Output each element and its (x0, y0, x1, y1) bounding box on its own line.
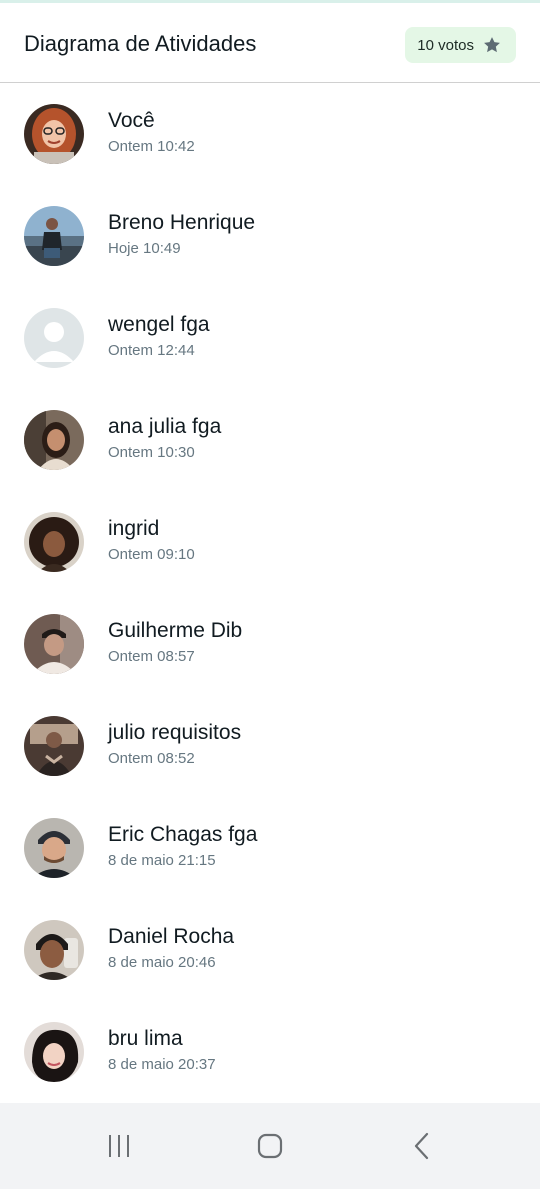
recent-apps-icon[interactable] (99, 1131, 139, 1161)
votes-badge: 10 votos (405, 27, 516, 63)
vote-time: Ontem 10:42 (108, 138, 195, 155)
avatar (24, 614, 84, 674)
vote-time: Ontem 08:57 (108, 648, 195, 665)
list-item[interactable]: ana julia fga Ontem 10:30 (0, 389, 540, 491)
vote-time: Hoje 10:49 (108, 240, 181, 257)
vote-time: Ontem 09:10 (108, 546, 195, 563)
voter-name: Daniel Rocha (108, 925, 235, 948)
avatar (24, 818, 84, 878)
avatar (24, 206, 84, 266)
voters-list: Você Ontem 10:42 Breno Henrique Hoje 10:… (0, 83, 540, 1103)
avatar (24, 512, 84, 572)
vote-time: 8 de maio 21:15 (108, 852, 216, 869)
default-avatar-icon (24, 308, 84, 368)
list-item[interactable]: wengel fga Ontem 12:44 (0, 287, 540, 389)
list-item[interactable]: julio requisitos Ontem 08:52 (0, 695, 540, 797)
list-item[interactable]: Daniel Rocha 8 de maio 20:46 (0, 899, 540, 1001)
avatar (24, 410, 84, 470)
star-icon (482, 35, 502, 55)
system-navbar (0, 1103, 540, 1189)
voter-name: julio requisitos (108, 721, 242, 744)
page-title: Diagrama de Atividades (24, 31, 257, 56)
home-icon[interactable] (250, 1131, 290, 1161)
voter-name: Guilherme Dib (108, 619, 243, 642)
vote-time: 8 de maio 20:46 (108, 954, 216, 971)
voter-name: bru lima (108, 1027, 183, 1050)
list-item[interactable]: bru lima 8 de maio 20:37 (0, 1001, 540, 1103)
vote-time: Ontem 12:44 (108, 342, 195, 359)
avatar (24, 1022, 84, 1082)
voter-name: ingrid (108, 517, 160, 540)
avatar (24, 716, 84, 776)
list-item[interactable]: ingrid Ontem 09:10 (0, 491, 540, 593)
list-item[interactable]: Guilherme Dib Ontem 08:57 (0, 593, 540, 695)
voter-name: Eric Chagas fga (108, 823, 258, 846)
back-icon[interactable] (402, 1131, 442, 1161)
vote-time: Ontem 08:52 (108, 750, 195, 767)
avatar (24, 104, 84, 164)
header: Diagrama de Atividades 10 votos (0, 3, 540, 83)
voter-name: wengel fga (108, 313, 210, 336)
vote-time: Ontem 10:30 (108, 444, 195, 461)
vote-time: 8 de maio 20:37 (108, 1056, 216, 1073)
voter-name: Você (108, 109, 155, 132)
list-item[interactable]: Breno Henrique Hoje 10:49 (0, 185, 540, 287)
avatar (24, 920, 84, 980)
list-item[interactable]: Eric Chagas fga 8 de maio 21:15 (0, 797, 540, 899)
voter-name: ana julia fga (108, 415, 222, 438)
list-item[interactable]: Você Ontem 10:42 (0, 83, 540, 185)
votes-count: 10 votos (417, 36, 474, 54)
voter-name: Breno Henrique (108, 211, 256, 234)
